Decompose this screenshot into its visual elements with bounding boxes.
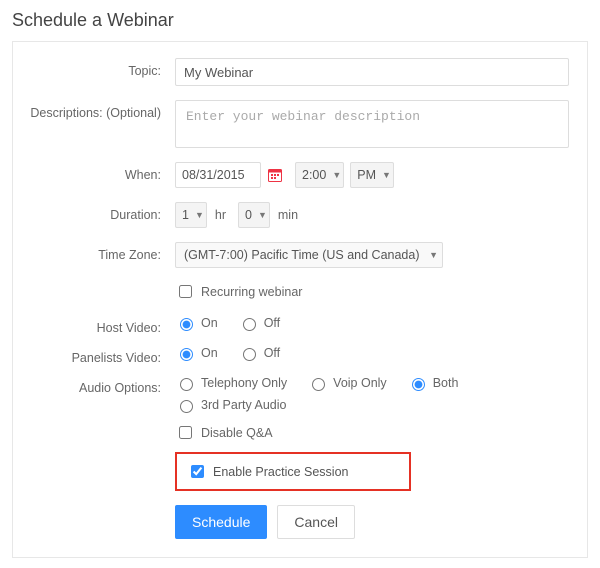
chevron-down-icon: ▼ [195, 210, 204, 220]
meridiem-value: PM [357, 168, 376, 182]
audio-voip-radio[interactable] [312, 378, 325, 391]
audio-both[interactable]: Both [407, 375, 459, 391]
panelists-video-off[interactable]: Off [238, 345, 280, 361]
timezone-label: Time Zone: [25, 242, 175, 262]
when-label: When: [25, 162, 175, 182]
audio-voip-label: Voip Only [333, 376, 387, 390]
audio-voip[interactable]: Voip Only [307, 375, 387, 391]
topic-label: Topic: [25, 58, 175, 78]
form-panel: Topic: Descriptions: (Optional) When: [12, 41, 588, 558]
cancel-button[interactable]: Cancel [277, 505, 355, 539]
on-label: On [201, 316, 218, 330]
timezone-value: (GMT-7:00) Pacific Time (US and Canada) [184, 248, 420, 262]
meridiem-select[interactable]: PM ▼ [350, 162, 394, 188]
audio-third-party[interactable]: 3rd Party Audio [175, 397, 286, 413]
duration-hours-select[interactable]: 1 ▼ [175, 202, 207, 228]
host-video-off[interactable]: Off [238, 315, 280, 331]
audio-both-label: Both [433, 376, 459, 390]
enable-practice-highlight: Enable Practice Session [175, 452, 411, 491]
host-video-off-radio[interactable] [243, 318, 256, 331]
recurring-label: Recurring webinar [201, 285, 302, 299]
timezone-select[interactable]: (GMT-7:00) Pacific Time (US and Canada) … [175, 242, 443, 268]
time-select[interactable]: 2:00 ▼ [295, 162, 344, 188]
panelists-video-on-radio[interactable] [180, 348, 193, 361]
enable-practice-checkbox[interactable] [191, 465, 204, 478]
audio-third-party-radio[interactable] [180, 400, 193, 413]
enable-practice-label: Enable Practice Session [213, 465, 349, 479]
disable-qa-label: Disable Q&A [201, 426, 273, 440]
hr-unit: hr [215, 208, 226, 222]
calendar-icon[interactable] [265, 165, 285, 185]
host-video-on[interactable]: On [175, 315, 218, 331]
chevron-down-icon: ▼ [332, 170, 341, 180]
audio-options-label: Audio Options: [25, 375, 175, 395]
chevron-down-icon: ▼ [429, 250, 438, 260]
off-label: Off [264, 316, 280, 330]
duration-minutes-select[interactable]: 0 ▼ [238, 202, 270, 228]
topic-input[interactable] [175, 58, 569, 86]
panelists-video-on[interactable]: On [175, 345, 218, 361]
recurring-checkbox[interactable] [179, 285, 192, 298]
audio-third-party-label: 3rd Party Audio [201, 398, 286, 412]
duration-minutes-value: 0 [245, 208, 252, 222]
duration-hours-value: 1 [182, 208, 189, 222]
panelists-video-label: Panelists Video: [25, 345, 175, 365]
date-input[interactable] [175, 162, 261, 188]
chevron-down-icon: ▼ [382, 170, 391, 180]
page-title: Schedule a Webinar [12, 10, 588, 31]
description-input[interactable] [175, 100, 569, 148]
descriptions-label: Descriptions: (Optional) [25, 100, 175, 120]
min-unit: min [278, 208, 298, 222]
duration-label: Duration: [25, 202, 175, 222]
panelists-video-off-radio[interactable] [243, 348, 256, 361]
off-label: Off [264, 346, 280, 360]
host-video-label: Host Video: [25, 315, 175, 335]
time-value: 2:00 [302, 168, 326, 182]
host-video-on-radio[interactable] [180, 318, 193, 331]
audio-telephony-label: Telephony Only [201, 376, 287, 390]
schedule-button[interactable]: Schedule [175, 505, 267, 539]
on-label: On [201, 346, 218, 360]
audio-telephony-radio[interactable] [180, 378, 193, 391]
audio-both-radio[interactable] [412, 378, 425, 391]
audio-telephony[interactable]: Telephony Only [175, 375, 287, 391]
chevron-down-icon: ▼ [258, 210, 267, 220]
disable-qa-checkbox[interactable] [179, 426, 192, 439]
